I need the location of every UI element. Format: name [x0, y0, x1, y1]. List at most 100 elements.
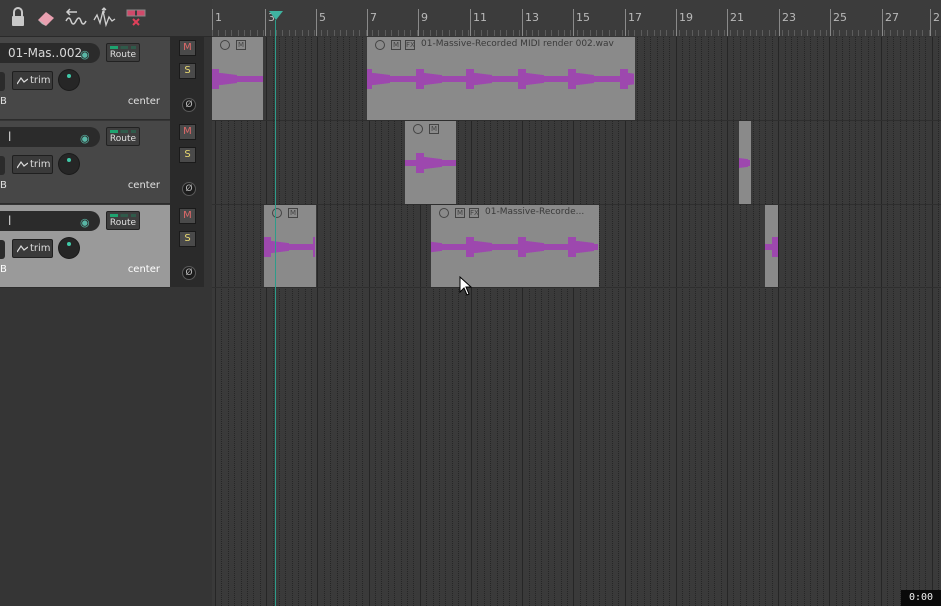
- media-item[interactable]: [765, 205, 778, 287]
- ruler-bar-tick: [470, 9, 471, 36]
- ruler-label: 21: [730, 11, 744, 24]
- ruler-subtick: [608, 30, 610, 36]
- item-name: 01-Massive-Recorde...: [485, 207, 585, 217]
- ruler-subtick: [506, 30, 508, 36]
- timeline-ruler[interactable]: 1 3 5 7 9 11 13 15 17 19 21 23 25 27 2: [212, 0, 941, 36]
- item-mute-button[interactable]: M: [455, 208, 465, 218]
- route-button[interactable]: Route: [106, 211, 140, 230]
- phase-invert-button[interactable]: Ø: [182, 182, 196, 196]
- grid-line: [323, 37, 325, 606]
- item-header: M FX 01-Massive-Recorded MIDI render 002.w…: [367, 37, 635, 51]
- solo-button[interactable]: S: [179, 231, 196, 247]
- media-item[interactable]: M: [405, 121, 456, 204]
- grid-line: [637, 37, 639, 606]
- take-envelope-icon[interactable]: [220, 40, 230, 50]
- record-monitor-icon[interactable]: ◉: [80, 48, 90, 61]
- ruler-subtick: [685, 30, 687, 36]
- track-header[interactable]: l ◉ Route trim Bcenter: [0, 205, 170, 288]
- grid-line: [343, 37, 344, 606]
- take-envelope-icon[interactable]: [439, 208, 449, 218]
- ruler-label: 19: [679, 11, 693, 24]
- ruler-subtick: [327, 30, 329, 36]
- mute-button[interactable]: M: [179, 40, 196, 56]
- item-mute-button[interactable]: M: [429, 124, 439, 134]
- take-envelope-icon[interactable]: [413, 124, 423, 134]
- take-envelope-icon[interactable]: [272, 208, 282, 218]
- ruler-label: 1: [215, 11, 222, 24]
- item-mute-button[interactable]: M: [391, 40, 401, 50]
- grid-line: [752, 37, 754, 606]
- grid-line: [272, 37, 274, 606]
- item-header: M: [405, 121, 456, 135]
- media-item[interactable]: M FX 01-Massive-Recorded MIDI render 002.w…: [367, 37, 635, 120]
- ruler-bar-tick: [882, 9, 883, 36]
- solo-button[interactable]: S: [179, 147, 196, 163]
- solo-button[interactable]: S: [179, 63, 196, 79]
- volume-knob[interactable]: [59, 238, 79, 258]
- ruler-label: 9: [421, 11, 428, 24]
- ruler-label: 25: [833, 11, 847, 24]
- grid-line: [304, 37, 306, 606]
- lane-separator: [212, 287, 941, 288]
- envelope-points-icon[interactable]: [92, 6, 116, 28]
- ruler-bar-tick: [676, 9, 677, 36]
- track-header[interactable]: l ◉ Route trim Bcenter: [0, 121, 170, 204]
- item-name: 01-Massive-Recorded MIDI render 002.wav: [421, 39, 614, 49]
- ruler-subtick: [340, 30, 341, 36]
- route-label: Route: [109, 50, 137, 60]
- grid-line: [554, 37, 556, 606]
- grid-line: [810, 37, 812, 606]
- volume-knob[interactable]: [59, 154, 79, 174]
- grid-line: [656, 37, 658, 606]
- item-mute-button[interactable]: M: [236, 40, 246, 50]
- grid-line: [887, 37, 888, 606]
- grid-line: [285, 37, 287, 606]
- media-item[interactable]: [739, 121, 751, 204]
- ruler-subtick: [704, 30, 706, 36]
- pan-readout: center: [127, 180, 160, 191]
- track-header[interactable]: 01-Mas..002 ◉ Route trim Bcenter: [0, 37, 170, 120]
- trim-envelope-button[interactable]: trim: [12, 155, 53, 174]
- route-button[interactable]: Route: [106, 127, 140, 146]
- input-button[interactable]: [0, 156, 5, 175]
- mute-button[interactable]: M: [179, 208, 196, 224]
- arrange-view[interactable]: M M FX 01-Massive-Recorded MIDI render 002.…: [212, 37, 941, 606]
- ruler-subtick: [935, 30, 937, 36]
- playhead-cursor[interactable]: [275, 20, 276, 606]
- grid-line: [855, 37, 856, 606]
- ruler-subtick: [314, 30, 316, 36]
- item-mute-button[interactable]: M: [288, 208, 298, 218]
- item-fx-button[interactable]: FX: [405, 40, 415, 50]
- ripple-edit-icon[interactable]: [64, 6, 88, 28]
- phase-invert-button[interactable]: Ø: [182, 266, 196, 280]
- media-item[interactable]: M: [264, 205, 316, 287]
- grid-line: [355, 37, 357, 606]
- ruler-subtick: [416, 30, 418, 36]
- trim-envelope-button[interactable]: trim: [12, 239, 53, 258]
- mute-button[interactable]: M: [179, 124, 196, 140]
- grid-line: [458, 37, 460, 606]
- media-item[interactable]: M FX 01-Massive-Recorde...: [431, 205, 599, 287]
- ruler-subtick: [916, 30, 917, 36]
- route-button[interactable]: Route: [106, 43, 140, 62]
- phase-invert-button[interactable]: Ø: [182, 98, 196, 112]
- eraser-icon[interactable]: [34, 6, 58, 28]
- record-monitor-icon[interactable]: ◉: [80, 216, 90, 229]
- grid-line: [701, 37, 703, 606]
- record-monitor-icon[interactable]: ◉: [80, 132, 90, 145]
- item-fx-button[interactable]: FX: [469, 208, 479, 218]
- ruler-subtick: [724, 30, 725, 36]
- media-item[interactable]: M: [212, 37, 263, 120]
- playhead-marker-icon[interactable]: [269, 11, 283, 20]
- snap-grid-icon[interactable]: [124, 6, 148, 28]
- take-envelope-icon[interactable]: [375, 40, 385, 50]
- volume-knob[interactable]: [59, 70, 79, 90]
- input-button[interactable]: [0, 72, 5, 91]
- trim-envelope-button[interactable]: trim: [12, 71, 53, 90]
- ruler-label: 27: [885, 11, 899, 24]
- envelope-icon: [17, 244, 28, 253]
- grid-line: [650, 37, 652, 606]
- input-button[interactable]: [0, 240, 5, 259]
- grid-line: [387, 37, 389, 606]
- lock-icon[interactable]: [6, 6, 30, 28]
